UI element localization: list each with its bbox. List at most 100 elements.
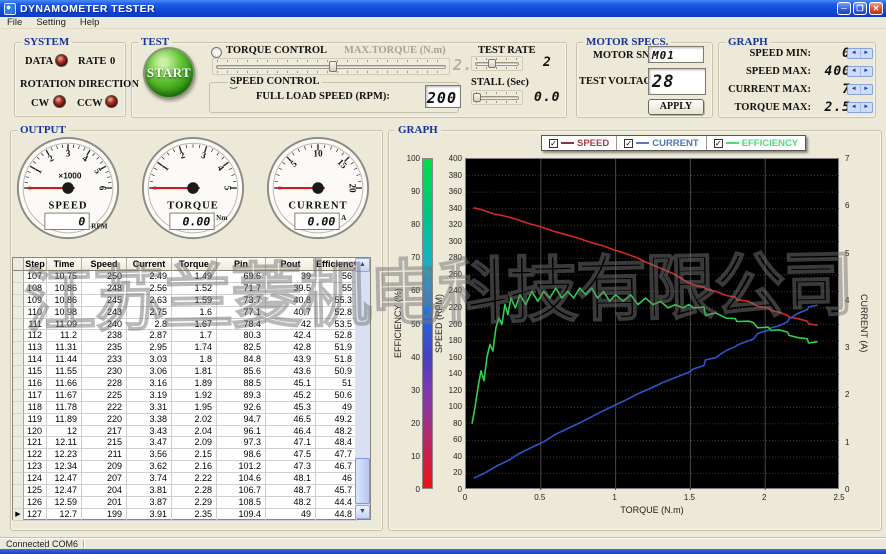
table-row-selector[interactable] xyxy=(13,497,24,509)
title-bar: DYNAMOMETER TESTER ─ ❐ ✕ xyxy=(0,0,886,17)
table-header-pin[interactable]: Pin xyxy=(217,258,266,271)
apply-button[interactable]: APPLY xyxy=(648,99,704,115)
table-row-selector[interactable] xyxy=(13,449,24,461)
spinner-right-arrow[interactable]: ► xyxy=(861,103,873,112)
table-row-selector[interactable] xyxy=(13,390,24,402)
table-row-selector[interactable] xyxy=(13,414,24,426)
table-row[interactable]: 11411.442333.031.884.843.951.8 xyxy=(13,354,370,366)
table-row[interactable]: 11010.982432.751.677.140.752.8 xyxy=(13,307,370,319)
table-row-selector[interactable] xyxy=(13,307,24,319)
table-row[interactable]: 12112.112153.472.0997.347.148.4 xyxy=(13,437,370,449)
table-row-selector[interactable] xyxy=(13,283,24,295)
table-row[interactable]: 10810.862482.561.5271.739.555 xyxy=(13,283,370,295)
legend-checkbox-speed[interactable]: ✓ xyxy=(549,139,558,148)
table-row-selector[interactable] xyxy=(13,402,24,414)
table-header-torque[interactable]: Torque xyxy=(172,258,217,271)
table-row-selector[interactable] xyxy=(13,271,24,283)
scrollbar-up-arrow[interactable]: ▲ xyxy=(355,258,370,272)
legend-checkbox-current[interactable]: ✓ xyxy=(624,139,633,148)
table-row-selector[interactable] xyxy=(13,342,24,354)
spinner-left-arrow[interactable]: ◄ xyxy=(848,103,861,112)
table-row[interactable]: 12312.342093.622.16101.247.346.7 xyxy=(13,461,370,473)
table-row-selector[interactable] xyxy=(13,473,24,485)
table-cell: 2.16 xyxy=(172,461,217,473)
table-row-selector[interactable] xyxy=(13,354,24,366)
table-header-pout[interactable]: Pout xyxy=(266,258,316,271)
table-row[interactable]: 10710.752502.491.4969.63956 xyxy=(13,271,370,283)
table-row[interactable]: 11111.092402.81.6778.44253.5 xyxy=(13,319,370,331)
table-header-step[interactable]: Step xyxy=(24,258,47,271)
spinner-left-arrow[interactable]: ◄ xyxy=(848,67,861,76)
full-load-speed-field[interactable]: 200 xyxy=(425,85,461,108)
close-button[interactable]: ✕ xyxy=(869,2,883,15)
table-row-selector[interactable] xyxy=(13,378,24,390)
motor-sn-field[interactable]: M01 xyxy=(648,46,704,63)
test-rate-slider[interactable] xyxy=(471,56,523,71)
table-row-selector[interactable] xyxy=(13,461,24,473)
table-scrollbar[interactable]: ▲▼ xyxy=(355,258,370,519)
menu-item-setting[interactable]: Setting xyxy=(29,17,73,29)
spinner-left-arrow[interactable]: ◄ xyxy=(848,85,861,94)
start-button[interactable]: START xyxy=(143,47,195,99)
table-cell: 1.67 xyxy=(172,319,217,331)
table-cell: 53.5 xyxy=(316,319,357,331)
table-header-speed[interactable]: Speed xyxy=(82,258,127,271)
legend-checkbox-efficiency[interactable]: ✓ xyxy=(714,139,723,148)
table-cell: 3.87 xyxy=(127,497,172,509)
table-cell: 46.5 xyxy=(266,414,316,426)
table-row-selector[interactable] xyxy=(13,485,24,497)
table-row[interactable]: 11611.662283.161.8988.545.151 xyxy=(13,378,370,390)
table-row[interactable]: 12212.232113.562.1598.647.547.7 xyxy=(13,449,370,461)
table-header-efficiency[interactable]: Efficiency xyxy=(316,258,357,271)
graph-setting-spinner-3[interactable]: ◄► xyxy=(847,102,873,113)
table-cell: 49 xyxy=(316,402,357,414)
spinner-left-arrow[interactable]: ◄ xyxy=(848,49,861,58)
test-voltage-field[interactable]: 28 xyxy=(648,68,706,95)
table-header-current[interactable]: Current xyxy=(127,258,172,271)
spinner-right-arrow[interactable]: ► xyxy=(861,85,873,94)
spinner-right-arrow[interactable]: ► xyxy=(861,67,873,76)
table-row-selector[interactable] xyxy=(13,426,24,438)
table-row-selector[interactable] xyxy=(13,319,24,331)
table-row[interactable]: 11711.672253.191.9289.345.250.6 xyxy=(13,390,370,402)
table-header-time[interactable]: Time xyxy=(47,258,82,271)
spinner-right-arrow[interactable]: ► xyxy=(861,49,873,58)
table-row-selector[interactable] xyxy=(13,366,24,378)
max-torque-slider[interactable] xyxy=(212,58,450,75)
table-row[interactable]: 11511.552303.061.8185.643.650.9 xyxy=(13,366,370,378)
table-cell: 44.4 xyxy=(316,497,357,509)
menu-item-file[interactable]: File xyxy=(0,17,29,29)
table-row-selector[interactable] xyxy=(13,330,24,342)
table-row[interactable]: 11811.782223.311.9592.645.349 xyxy=(13,402,370,414)
menu-item-help[interactable]: Help xyxy=(73,17,107,29)
svg-text:3: 3 xyxy=(66,149,71,159)
torque-control-radio[interactable] xyxy=(211,47,222,58)
table-cell: 12 xyxy=(47,426,82,438)
table-row[interactable]: 12512.472043.812.28106.748.745.7 xyxy=(13,485,370,497)
restore-button[interactable]: ❐ xyxy=(853,2,867,15)
table-row[interactable]: 12412.472073.742.22104.648.146 xyxy=(13,473,370,485)
graph-setting-spinner-0[interactable]: ◄► xyxy=(847,48,873,59)
minimize-button[interactable]: ─ xyxy=(837,2,851,15)
table-cell: 2.75 xyxy=(127,307,172,319)
graph-setting-spinner-1[interactable]: ◄► xyxy=(847,66,873,77)
table-row[interactable]: 11311.312352.951.7482.542.851.9 xyxy=(13,342,370,354)
svg-text:5: 5 xyxy=(222,186,232,191)
table-cell: 1.8 xyxy=(172,354,217,366)
table-cell: 112 xyxy=(24,330,47,342)
table-row[interactable]: 120122173.432.0496.146.448.2 xyxy=(13,426,370,438)
scrollbar-down-arrow[interactable]: ▼ xyxy=(355,505,370,519)
scrollbar-thumb[interactable] xyxy=(355,458,370,504)
table-row-selector[interactable] xyxy=(13,295,24,307)
stall-slider[interactable] xyxy=(471,90,523,105)
table-row[interactable]: 11911.892203.382.0294.746.549.2 xyxy=(13,414,370,426)
table-row[interactable]: 11211.22382.871.780.342.452.8 xyxy=(13,330,370,342)
table-row-selector[interactable] xyxy=(13,437,24,449)
table-row[interactable]: ▶12712.71993.912.35109.44944.8 xyxy=(13,509,370,521)
status-port: COM6 xyxy=(46,539,84,549)
graph-setting-spinner-2[interactable]: ◄► xyxy=(847,84,873,95)
ccw-led xyxy=(105,95,118,108)
table-row[interactable]: 12612.592013.872.29108.548.244.4 xyxy=(13,497,370,509)
table-row[interactable]: 10910.862452.631.5973.740.855.3 xyxy=(13,295,370,307)
table-row-selector[interactable]: ▶ xyxy=(13,509,24,521)
